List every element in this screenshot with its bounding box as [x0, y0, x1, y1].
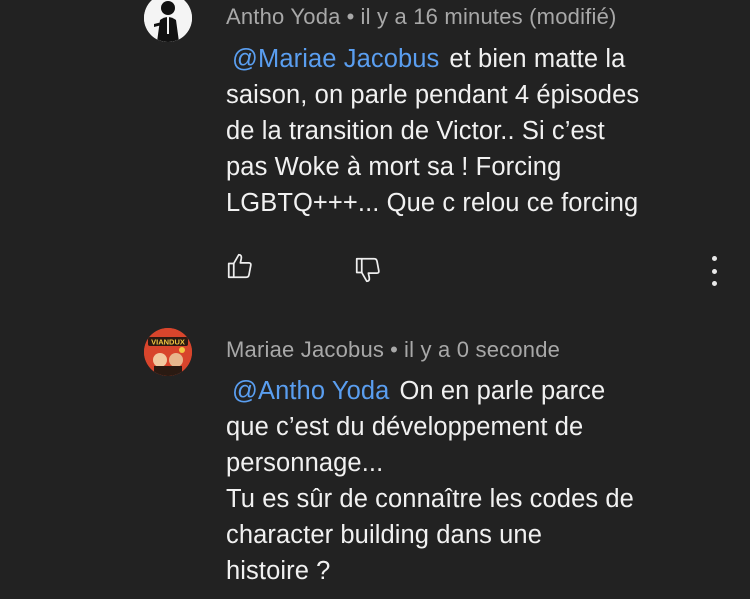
silhouette-icon	[144, 0, 192, 42]
more-options-button[interactable]	[704, 256, 724, 286]
svg-text:VIANDUX: VIANDUX	[151, 338, 185, 347]
comment-text: @Antho Yoda On en parle parce que c’est d…	[226, 373, 726, 589]
mention-link[interactable]: @Mariae Jacobus	[232, 45, 439, 73]
like-icon	[227, 253, 252, 279]
timestamp[interactable]: il y a 16 minutes (modifié)	[360, 4, 616, 29]
comment-line: character building dans une	[226, 521, 542, 549]
avatar[interactable]: VIANDUX	[144, 328, 192, 376]
comments-thread: Antho Yoda • il y a 16 minutes (modifié) @…	[0, 0, 750, 599]
comment-line: personnage...	[226, 449, 384, 477]
author-name[interactable]: Mariae Jacobus	[226, 337, 384, 362]
comment-line: pas Woke à mort sa ! Forcing	[226, 153, 562, 181]
comment-line: de la transition de Victor.. Si c’est	[226, 117, 605, 145]
timestamp[interactable]: il y a 0 seconde	[404, 337, 560, 362]
meta-separator: •	[390, 337, 399, 362]
comment-line: que c’est du développement de	[226, 413, 584, 441]
comment-line: LGBTQ+++... Que c relou ce forcing	[226, 189, 639, 217]
comment-line: Tu es sûr de connaître les codes de	[226, 485, 634, 513]
comment-line: On en parle parce	[399, 377, 606, 405]
comment-meta: Mariae Jacobus • il y a 0 seconde	[226, 337, 560, 363]
comment-line: saison, on parle pendant 4 épisodes	[226, 81, 640, 109]
like-button[interactable]	[222, 248, 258, 284]
avatar[interactable]	[144, 0, 192, 42]
mention-link[interactable]: @Antho Yoda	[232, 377, 389, 405]
dislike-icon	[355, 257, 380, 283]
dislike-button[interactable]	[350, 252, 386, 288]
comment-line: histoire ?	[226, 557, 331, 585]
comment-meta: Antho Yoda • il y a 16 minutes (modifié)	[226, 4, 617, 30]
author-name[interactable]: Antho Yoda	[226, 4, 341, 29]
meta-separator: •	[346, 4, 355, 29]
more-vertical-icon	[711, 256, 717, 261]
comment-line: et bien matte la	[449, 45, 626, 73]
podcast-logo-icon: VIANDUX	[144, 328, 192, 376]
comment-text: @Mariae Jacobus et bien matte la saison, …	[226, 41, 726, 221]
